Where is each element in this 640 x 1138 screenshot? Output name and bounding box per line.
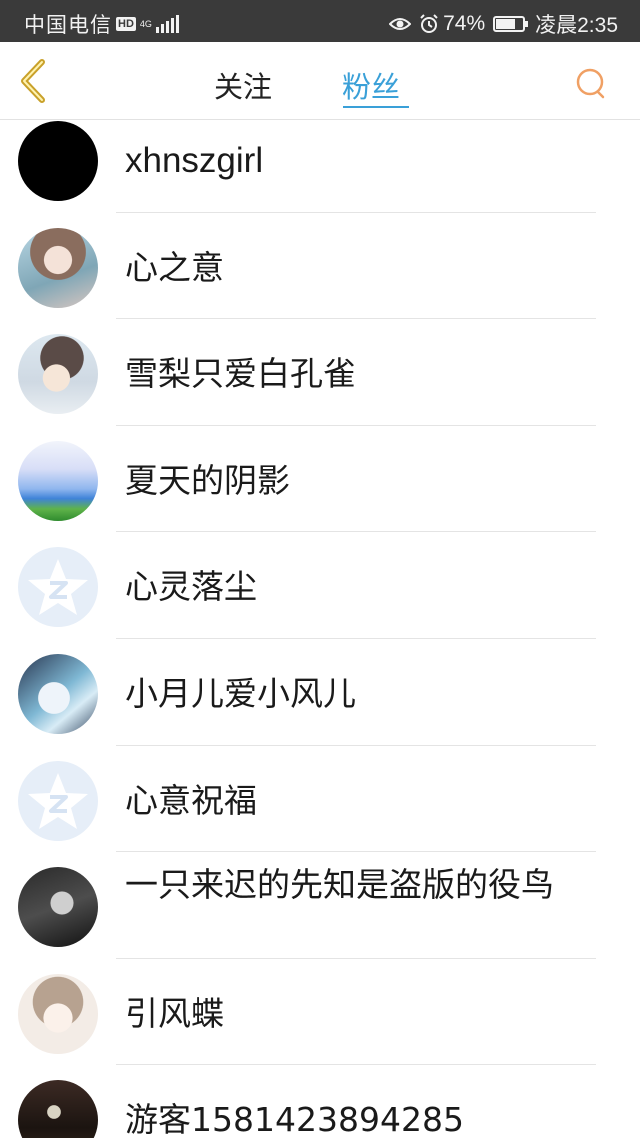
fan-row[interactable]: 心之意 — [0, 213, 640, 320]
active-tab-indicator — [343, 106, 409, 108]
fan-name: 心意祝福 — [125, 780, 257, 820]
fan-name: xhnszgirl — [125, 141, 264, 180]
avatar[interactable] — [18, 440, 98, 521]
tab-fans[interactable]: 粉丝 — [342, 64, 400, 106]
search-button[interactable] — [574, 66, 608, 100]
avatar[interactable] — [18, 334, 98, 415]
search-icon — [576, 68, 605, 99]
fan-row[interactable]: 心灵落尘 — [0, 532, 640, 639]
avatar[interactable] — [18, 121, 98, 201]
fan-row[interactable]: 引风蝶 — [0, 959, 640, 1066]
avatar[interactable] — [18, 547, 98, 628]
fan-name: 一只来迟的先知是盗版的役鸟 — [125, 865, 554, 905]
carrier-label: 中国电信 — [24, 14, 112, 37]
signal-icon — [155, 15, 181, 33]
status-left: 中国电信 HD 4G — [24, 9, 181, 39]
avatar[interactable] — [18, 867, 98, 948]
status-right: 74% 凌晨2:35 — [389, 9, 618, 39]
fan-row[interactable]: 小月儿爱小风儿 — [0, 639, 640, 746]
fan-name: 雪梨只爱白孔雀 — [125, 354, 356, 394]
clock: 凌晨2:35 — [535, 14, 618, 37]
avatar[interactable] — [18, 760, 98, 841]
battery-icon — [493, 16, 529, 32]
back-button[interactable] — [14, 58, 54, 104]
default-star-avatar-icon — [28, 772, 88, 829]
fan-name: 夏天的阴影 — [125, 460, 290, 500]
avatar[interactable] — [18, 227, 98, 308]
tab-follow[interactable]: 关注 — [214, 64, 272, 106]
fan-name: 心之意 — [125, 247, 224, 287]
hd-badge: HD — [116, 17, 136, 31]
avatar[interactable] — [18, 973, 98, 1054]
status-bar: 中国电信 HD 4G 74% 凌晨2:35 — [0, 0, 640, 42]
fan-name: 游客1581423894285 — [125, 1100, 464, 1138]
chevron-left-icon — [21, 59, 45, 103]
avatar[interactable] — [18, 653, 98, 734]
eye-icon — [389, 18, 412, 30]
avatar[interactable] — [18, 1080, 98, 1138]
battery-percent: 74% — [443, 12, 486, 35]
default-star-avatar-icon — [28, 559, 88, 616]
fan-list: xhnszgirl 心之意 雪梨只爱白孔雀 夏天的阴影 心灵落尘 小月儿爱小风儿… — [0, 121, 640, 1138]
fan-row[interactable]: 游客1581423894285 — [0, 1065, 640, 1138]
fan-row[interactable]: xhnszgirl — [0, 121, 640, 213]
network-type-label: 4G — [139, 18, 152, 29]
fan-row[interactable]: 夏天的阴影 — [0, 426, 640, 533]
fan-row[interactable]: 一只来迟的先知是盗版的役鸟 — [0, 852, 640, 959]
alarm-icon — [420, 14, 438, 33]
fan-name: 引风蝶 — [125, 993, 224, 1033]
fan-name: 心灵落尘 — [125, 567, 257, 607]
fan-row[interactable]: 心意祝福 — [0, 746, 640, 853]
header-bar: 关注 粉丝 — [0, 42, 640, 120]
fan-row[interactable]: 雪梨只爱白孔雀 — [0, 319, 640, 426]
fan-name: 小月儿爱小风儿 — [125, 673, 356, 713]
